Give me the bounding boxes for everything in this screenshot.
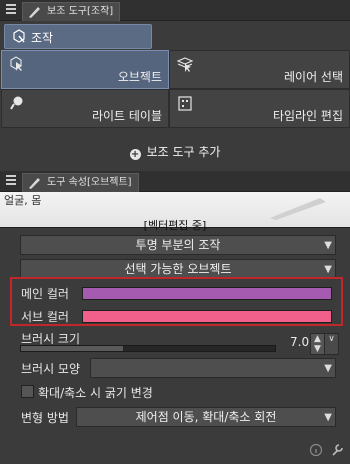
- object-cube-icon: [13, 29, 25, 43]
- tool-layer-select-label: 레이어 선택: [283, 70, 343, 84]
- chevron-down-icon: ▼: [324, 412, 332, 423]
- transform-method-value: 제어점 이동, 확대/축소 회전: [135, 410, 277, 424]
- main-color-label: 메인 컬러: [21, 287, 69, 301]
- tool-timeline-edit-label: 타임라인 편집: [272, 109, 343, 123]
- sub-tool-tab-label: 보조 도구[조작]: [47, 6, 114, 17]
- brush-size-expand-button[interactable]: ∨: [324, 333, 339, 355]
- tool-property-tab-label: 도구 속성[오브젝트]: [47, 177, 132, 188]
- panel-footer: [305, 443, 345, 460]
- tool-timeline-edit[interactable]: 타임라인 편집: [169, 89, 350, 128]
- add-sub-tool-button[interactable]: + 보조 도구 추가: [0, 134, 350, 170]
- brush-size-spinner[interactable]: ▲ ▼: [310, 333, 325, 355]
- pen-tab-icon-2: [29, 178, 40, 189]
- sub-tool-panel-header: 보조 도구[조작]: [0, 0, 350, 21]
- brush-size-slider-fill: [21, 346, 123, 351]
- scale-width-checkbox[interactable]: [21, 385, 34, 398]
- info-icon[interactable]: [309, 443, 323, 457]
- transparent-operation-value: 투명 부분의 조작: [135, 238, 221, 252]
- transform-method-select[interactable]: 제어점 이동, 확대/축소 회전 ▼: [76, 407, 336, 427]
- pen-tab-icon: [29, 7, 40, 18]
- tool-preview: 얼굴, 몸 [벡터편집 중]: [0, 192, 350, 232]
- tool-light-table-label: 라이트 테이블: [91, 109, 162, 123]
- brush-size-slider[interactable]: [20, 345, 276, 352]
- scale-width-label: 확대/축소 시 굵기 변경: [38, 386, 153, 400]
- add-sub-tool-label: 보조 도구 추가: [146, 145, 221, 159]
- brush-shape-label: 브러시 모양: [21, 362, 81, 376]
- wrench-icon[interactable]: [330, 443, 344, 457]
- selectable-object-value: 선택 가능한 오브젝트: [124, 262, 232, 276]
- tool-object[interactable]: 오브젝트: [1, 50, 169, 89]
- brush-shape-select[interactable]: ▼: [90, 358, 336, 378]
- sub-tool-group-operation[interactable]: 조작: [4, 24, 152, 49]
- transparent-operation-select[interactable]: 투명 부분의 조작 ▼: [20, 235, 336, 255]
- chevron-down-icon: ▼: [324, 363, 332, 374]
- panel-menu-icon[interactable]: [6, 4, 16, 14]
- tool-property-panel-header: 도구 속성[오브젝트]: [0, 171, 350, 192]
- transform-method-label: 변형 방법: [21, 411, 69, 425]
- tool-layer-select[interactable]: 레이어 선택: [169, 50, 350, 89]
- sub-color-label: 서브 컬러: [21, 310, 69, 324]
- object-arrow-icon: [10, 56, 22, 71]
- main-color-swatch[interactable]: [82, 287, 332, 300]
- tool-light-table[interactable]: 라이트 테이블: [1, 89, 169, 128]
- chevron-down-icon: ▼: [324, 240, 332, 251]
- vector-edit-status: [벡터편집 중]: [143, 219, 207, 232]
- light-table-icon: [10, 96, 23, 110]
- tab-tool-property[interactable]: 도구 속성[오브젝트]: [22, 173, 139, 192]
- layer-select-icon: [176, 57, 194, 72]
- preview-layer-label: 얼굴, 몸: [4, 194, 42, 207]
- timeline-edit-icon: [178, 96, 192, 111]
- plus-circle-icon: +: [129, 149, 141, 160]
- tab-sub-tool[interactable]: 보조 도구[조작]: [22, 2, 121, 21]
- panel-menu-icon-2[interactable]: [6, 175, 16, 185]
- group-label: 조작: [31, 31, 54, 45]
- sub-color-swatch[interactable]: [82, 310, 332, 323]
- tool-object-label: 오브젝트: [117, 70, 162, 84]
- selectable-object-select[interactable]: 선택 가능한 오브젝트 ▼: [20, 259, 336, 279]
- brush-size-value: 7.0: [290, 335, 310, 349]
